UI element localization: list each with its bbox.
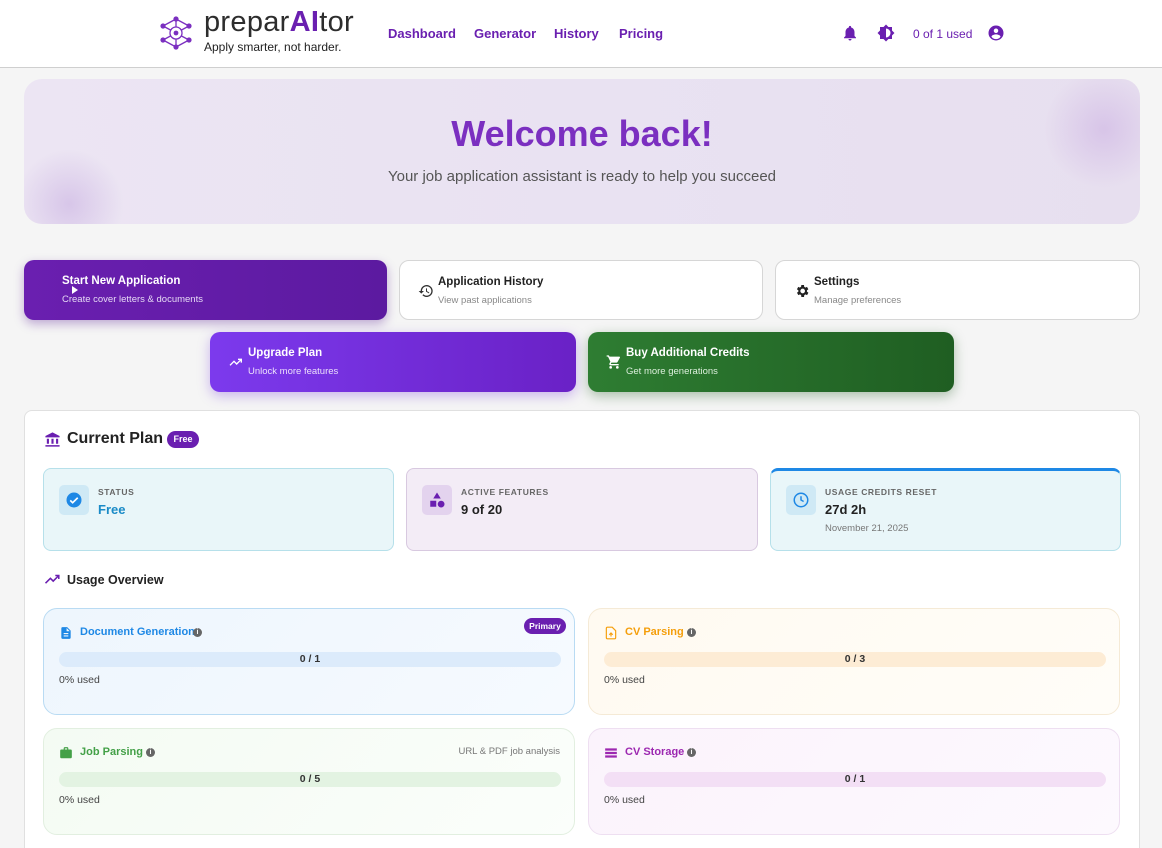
usage-percent: 0% used: [604, 794, 645, 806]
shapes-icon: [430, 492, 445, 508]
info-icon[interactable]: i: [687, 748, 696, 757]
storage-icon: [605, 748, 617, 758]
gear-icon: [796, 285, 809, 297]
usage-overview-title: Usage Overview: [67, 573, 164, 587]
status-card: STATUS Free: [43, 468, 394, 551]
app-header: preparAItor Apply smarter, not harder. D…: [0, 0, 1162, 68]
usage-item-name: Document Generation: [80, 626, 195, 638]
decorative-blob: [24, 149, 124, 224]
logo-icon: [160, 16, 192, 50]
usage-progress-bar: 0 / 1: [604, 772, 1106, 787]
usage-percent: 0% used: [59, 794, 100, 806]
action-subtitle: View past applications: [438, 295, 532, 306]
stat-value: Free: [98, 502, 126, 517]
nav-history[interactable]: History: [554, 26, 599, 41]
brand-name-ai: AI: [289, 6, 320, 38]
usage-card-document-generation: Document Generation i Primary 0 / 1 0% u…: [43, 608, 575, 715]
stat-sub: November 21, 2025: [825, 523, 909, 534]
action-subtitle: Unlock more features: [248, 366, 339, 377]
plan-badge: Free: [167, 431, 199, 448]
nav-generator[interactable]: Generator: [474, 26, 536, 41]
application-history-button[interactable]: Application History View past applicatio…: [399, 260, 763, 320]
usage-percent: 0% used: [59, 674, 100, 686]
usage-credits-reset-card: USAGE CREDITS RESET 27d 2h November 21, …: [770, 468, 1121, 551]
bank-icon: [45, 432, 60, 447]
action-title: Settings: [814, 276, 860, 288]
stat-label: ACTIVE FEATURES: [461, 487, 549, 497]
stat-label: USAGE CREDITS RESET: [825, 487, 937, 497]
clock-icon-box: [786, 485, 816, 515]
stat-label: STATUS: [98, 487, 135, 497]
file-upload-icon: [605, 626, 617, 640]
action-title: Upgrade Plan: [248, 347, 323, 359]
brand-tagline: Apply smarter, not harder.: [204, 40, 342, 54]
account-icon[interactable]: [987, 24, 1005, 42]
action-subtitle: Create cover letters & documents: [62, 294, 203, 305]
action-subtitle: Manage preferences: [814, 295, 902, 306]
primary-badge: Primary: [524, 618, 566, 634]
usage-item-name: CV Storage: [625, 746, 685, 758]
cart-icon: [606, 355, 621, 369]
brand-name-part: prepar: [204, 6, 290, 38]
brand-name[interactable]: preparAItor: [204, 6, 354, 39]
usage-count: 0 / 3: [844, 653, 866, 665]
usage-card-job-parsing: Job Parsing i URL & PDF job analysis 0 /…: [43, 728, 575, 835]
usage-count: 0 / 1: [299, 653, 321, 665]
stat-value: 27d 2h: [825, 502, 867, 517]
header-usage-counter: 0 of 1 used: [913, 27, 973, 41]
usage-item-name: CV Parsing: [625, 626, 684, 638]
usage-progress-bar: 0 / 3: [604, 652, 1106, 667]
document-icon: [61, 627, 71, 639]
check-circle-icon: [66, 492, 82, 508]
usage-percent: 0% used: [604, 674, 645, 686]
stat-value: 9 of 20: [461, 502, 503, 517]
theme-toggle-icon[interactable]: [877, 24, 895, 42]
info-icon[interactable]: i: [146, 748, 155, 757]
clock-icon: [793, 492, 809, 508]
usage-card-cv-parsing: CV Parsing i 0 / 3 0% used: [588, 608, 1120, 715]
status-icon-box: [59, 485, 89, 515]
trending-up-icon: [229, 358, 242, 366]
info-icon[interactable]: i: [687, 628, 696, 637]
nav-pricing[interactable]: Pricing: [619, 26, 663, 41]
brand-name-part: tor: [319, 6, 354, 38]
bell-icon[interactable]: [841, 24, 859, 42]
welcome-hero: Welcome back! Your job application assis…: [24, 79, 1140, 224]
usage-count: 0 / 1: [844, 773, 866, 785]
start-new-application-button[interactable]: Start New Application Create cover lette…: [24, 260, 387, 320]
action-title: Buy Additional Credits: [626, 347, 750, 359]
trending-up-icon: [44, 574, 60, 584]
usage-card-cv-storage: CV Storage i 0 / 1 0% used: [588, 728, 1120, 835]
history-icon: [418, 284, 433, 297]
features-icon-box: [422, 485, 452, 515]
action-subtitle: Get more generations: [626, 366, 718, 377]
active-features-card: ACTIVE FEATURES 9 of 20: [406, 468, 758, 551]
buy-additional-credits-button[interactable]: Buy Additional Credits Get more generati…: [588, 332, 954, 392]
hero-title: Welcome back!: [451, 113, 713, 154]
upgrade-plan-button[interactable]: Upgrade Plan Unlock more features: [210, 332, 576, 392]
briefcase-icon: [60, 747, 72, 759]
usage-item-name: Job Parsing: [80, 746, 143, 758]
usage-count: 0 / 5: [299, 773, 321, 785]
current-plan-title: Current Plan: [67, 430, 164, 447]
usage-progress-bar: 0 / 1: [59, 652, 561, 667]
action-title: Application History: [438, 276, 544, 288]
hero-subtitle: Your job application assistant is ready …: [387, 168, 777, 185]
job-parsing-note: URL & PDF job analysis: [458, 746, 560, 757]
action-title: Start New Application: [62, 275, 181, 287]
usage-progress-bar: 0 / 5: [59, 772, 561, 787]
settings-button[interactable]: Settings Manage preferences: [775, 260, 1140, 320]
info-icon[interactable]: i: [193, 628, 202, 637]
nav-dashboard[interactable]: Dashboard: [388, 26, 456, 41]
